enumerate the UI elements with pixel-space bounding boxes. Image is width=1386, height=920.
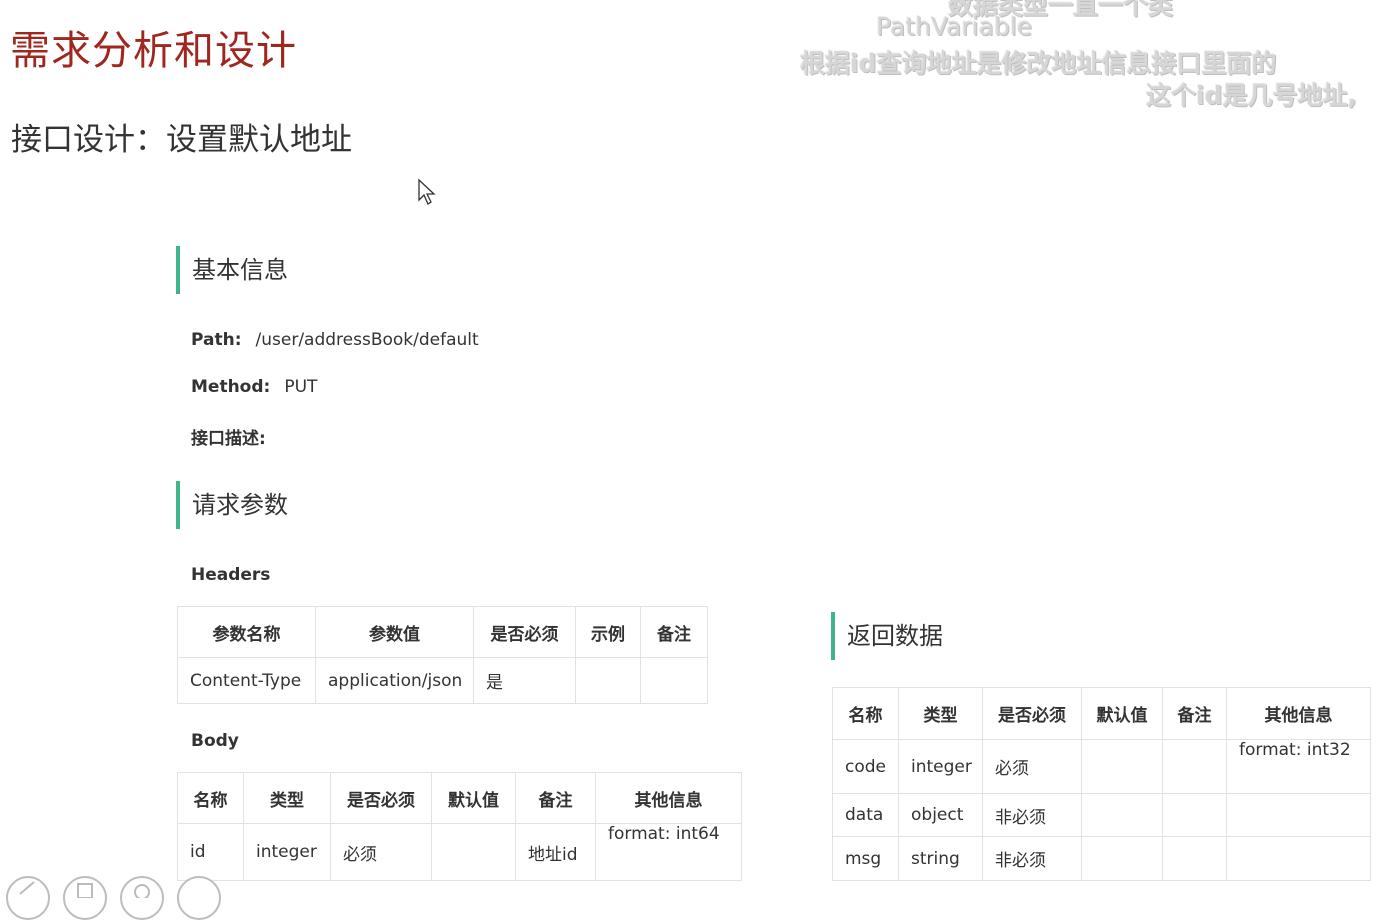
headers-col-remark: 备注 <box>640 606 708 658</box>
table-row: Content-Type application/json 是 <box>177 657 708 704</box>
headers-label: Headers <box>191 565 271 585</box>
table-row: id integer 必须 地址id format: int64 <box>177 823 742 881</box>
response-cell-other: format: int32 <box>1226 739 1371 794</box>
method-value: PUT <box>284 377 318 397</box>
headers-col-name: 参数名称 <box>177 606 316 658</box>
response-col-type: 类型 <box>898 687 983 740</box>
response-cell-name: msg <box>832 836 899 881</box>
pen-icon[interactable] <box>6 876 50 920</box>
body-cell-name: id <box>177 823 244 881</box>
response-cell-required: 非必须 <box>982 836 1082 881</box>
section-basic-info-heading: 基本信息 <box>176 246 288 294</box>
headers-table-header-row: 参数名称 参数值 是否必须 示例 备注 <box>177 606 708 658</box>
method-row: Method: PUT <box>191 377 317 397</box>
response-cell-type: object <box>898 793 983 837</box>
section-request-heading: 请求参数 <box>176 481 288 529</box>
headers-cell-example <box>575 657 641 704</box>
response-table-header-row: 名称 类型 是否必须 默认值 备注 其他信息 <box>832 687 1371 740</box>
headers-table: 参数名称 参数值 是否必须 示例 备注 Content-Type applica… <box>177 606 708 704</box>
body-cell-remark: 地址id <box>515 823 596 881</box>
table-row: msg string 非必须 <box>832 836 1371 881</box>
headers-cell-remark <box>640 657 708 704</box>
body-cell-type: integer <box>243 823 331 881</box>
mouse-cursor-icon <box>418 178 436 205</box>
table-row: code integer 必须 format: int32 <box>832 739 1371 794</box>
path-value: /user/addressBook/default <box>255 330 479 350</box>
body-table: 名称 类型 是否必须 默认值 备注 其他信息 id integer 必须 地址i… <box>177 772 742 881</box>
body-col-default: 默认值 <box>431 772 516 824</box>
table-row: data object 非必须 <box>832 793 1371 837</box>
subtitle-overlay-line3: 这个id是几号地址, <box>1146 81 1357 110</box>
headers-col-value: 参数值 <box>315 606 474 658</box>
page-title: 需求分析和设计 <box>10 28 297 74</box>
body-label: Body <box>191 731 239 751</box>
desc-row: 接口描述: <box>191 424 280 449</box>
response-cell-default <box>1081 793 1163 837</box>
subtitle-overlay-line2: 根据id查询地址是修改地址信息接口里面的 <box>800 49 1277 78</box>
headers-cell-required: 是 <box>473 657 576 704</box>
method-label: Method: <box>191 377 271 397</box>
section-response-heading: 返回数据 <box>831 612 943 660</box>
headers-cell-name: Content-Type <box>177 657 316 704</box>
desc-label: 接口描述: <box>191 429 266 449</box>
response-cell-type: string <box>898 836 983 881</box>
copy-icon[interactable] <box>63 876 107 920</box>
subtitle-overlay-line1: PathVariable <box>876 12 1033 41</box>
headers-cell-value: application/json <box>315 657 474 704</box>
body-col-other: 其他信息 <box>595 772 742 824</box>
body-cell-default <box>431 823 516 881</box>
body-col-name: 名称 <box>177 772 244 824</box>
response-cell-remark <box>1162 836 1227 881</box>
response-cell-default <box>1081 739 1163 794</box>
response-cell-other <box>1226 836 1371 881</box>
response-col-required: 是否必须 <box>982 687 1082 740</box>
response-cell-required: 非必须 <box>982 793 1082 837</box>
response-cell-type: integer <box>898 739 983 794</box>
response-cell-default <box>1081 836 1163 881</box>
response-col-name: 名称 <box>832 687 899 740</box>
response-table: 名称 类型 是否必须 默认值 备注 其他信息 code integer 必须 f… <box>832 687 1371 881</box>
response-cell-remark <box>1162 739 1227 794</box>
body-col-type: 类型 <box>243 772 331 824</box>
page-subtitle: 接口设计：设置默认地址 <box>11 122 352 158</box>
response-col-remark: 备注 <box>1162 687 1227 740</box>
headers-col-example: 示例 <box>575 606 641 658</box>
response-cell-remark <box>1162 793 1227 837</box>
response-cell-other <box>1226 793 1371 837</box>
response-col-other: 其他信息 <box>1226 687 1371 740</box>
headers-col-required: 是否必须 <box>473 606 576 658</box>
path-label: Path: <box>191 330 242 350</box>
response-col-default: 默认值 <box>1081 687 1163 740</box>
body-col-remark: 备注 <box>515 772 596 824</box>
body-col-required: 是否必须 <box>330 772 432 824</box>
zoom-icon[interactable] <box>120 876 164 920</box>
response-cell-required: 必须 <box>982 739 1082 794</box>
more-icon[interactable] <box>177 876 221 920</box>
response-cell-name: data <box>832 793 899 837</box>
response-cell-name: code <box>832 739 899 794</box>
body-cell-other: format: int64 <box>595 823 742 881</box>
body-cell-required: 必须 <box>330 823 432 881</box>
body-table-header-row: 名称 类型 是否必须 默认值 备注 其他信息 <box>177 772 742 824</box>
path-row: Path: /user/addressBook/default <box>191 330 479 350</box>
